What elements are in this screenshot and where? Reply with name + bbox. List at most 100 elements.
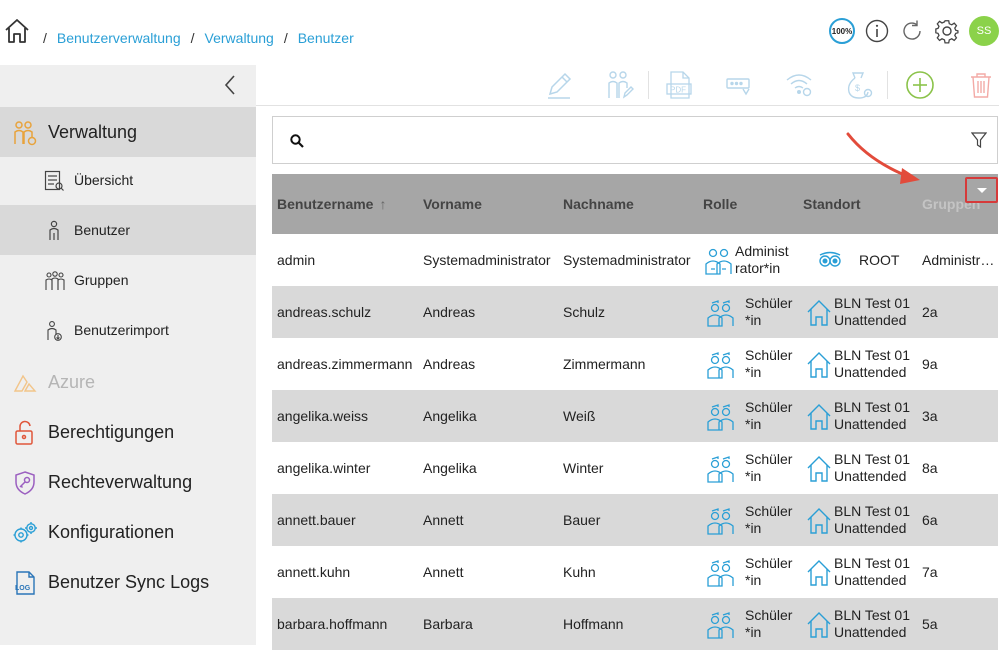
table-row[interactable]: barbara.hoffmann Barbara Hoffmann Schüler *i…	[272, 598, 998, 650]
sidebar-item-uebersicht[interactable]: Übersicht	[0, 155, 256, 205]
money-bag-icon[interactable]: $	[843, 69, 875, 101]
cell-first-name: Andreas	[423, 356, 476, 372]
sidebar-item-benutzer[interactable]: Benutzer	[0, 205, 256, 255]
sidebar-item-label: Azure	[48, 371, 96, 392]
cell-first-name: Annett	[423, 564, 464, 580]
cell-username: angelika.winter	[277, 460, 371, 476]
edit-users-icon[interactable]	[603, 69, 635, 101]
top-bar: / Benutzerverwaltung / Verwaltung / Benu…	[0, 0, 999, 65]
column-header-standort[interactable]: Standort	[803, 196, 861, 212]
table-row[interactable]: angelika.winter Angelika Winter Schüler *in B…	[272, 442, 998, 494]
cell-role: Schüler *in	[745, 607, 792, 641]
cell-role-line1: Schüler	[745, 347, 793, 363]
cell-role-line2: *in	[745, 312, 762, 328]
cell-location: BLN Test 01 Unattended	[834, 607, 910, 641]
cell-role: Schüler *in	[745, 399, 792, 433]
sidebar-item-label: Übersicht	[74, 172, 134, 188]
table-row[interactable]: andreas.schulz Andreas Schulz Schüler *in BLN…	[272, 286, 998, 338]
cell-location: ROOT	[859, 252, 900, 268]
cell-username: andreas.zimmermann	[277, 356, 413, 372]
house-location-icon	[807, 298, 831, 326]
edit-pencil-icon[interactable]	[543, 69, 575, 101]
breadcrumb-item-benutzer[interactable]: Benutzer	[298, 30, 354, 46]
zoom-level: 100%	[829, 18, 855, 44]
breadcrumb-item-benutzerverwaltung[interactable]: Benutzerverwaltung	[57, 30, 181, 46]
house-location-icon	[807, 558, 831, 586]
info-icon[interactable]	[864, 18, 890, 44]
cell-first-name: Barbara	[423, 616, 473, 632]
column-header-rolle[interactable]: Rolle	[703, 196, 737, 212]
delete-trash-icon[interactable]	[965, 69, 997, 101]
search-icon	[290, 134, 304, 148]
cell-role: Schüler *in	[745, 503, 792, 537]
sort-ascending-icon: ↑	[379, 196, 387, 212]
sidebar-item-rechteverwaltung[interactable]: Rechteverwaltung	[0, 457, 256, 507]
cell-location-line2: Unattended	[834, 416, 907, 432]
cell-role-line1: Schüler	[745, 503, 793, 519]
student-role-icon	[706, 351, 736, 379]
cell-username: andreas.schulz	[277, 304, 372, 320]
wifi-settings-icon[interactable]	[783, 69, 815, 101]
collapse-sidebar-chevron-icon[interactable]	[222, 73, 238, 97]
group-icon	[44, 270, 65, 292]
column-header-benutzername[interactable]: Benutzername ↑	[277, 196, 386, 212]
cell-group: 8a	[922, 460, 938, 476]
svg-text:LOG: LOG	[15, 585, 31, 592]
refresh-icon[interactable]	[899, 18, 925, 44]
cell-role-line1: Schüler	[745, 451, 793, 467]
table-row[interactable]: andreas.zimmermann Andreas Zimmermann Schül…	[272, 338, 998, 390]
cell-username: admin	[277, 252, 316, 268]
table-row[interactable]: admin Systemadministrator Systemadministra…	[272, 234, 998, 286]
column-options-dropdown-button[interactable]	[965, 177, 998, 203]
lock-icon	[12, 420, 38, 446]
pdf-export-icon[interactable]: PDF	[663, 69, 695, 101]
cell-role-line1: Schüler	[745, 607, 793, 623]
sidebar-item-label: Gruppen	[74, 272, 129, 288]
user-avatar[interactable]: SS	[969, 16, 999, 46]
cell-location: BLN Test 01 Unattended	[834, 451, 910, 485]
cell-location-line1: BLN Test 01	[834, 607, 911, 623]
cell-first-name: Annett	[423, 512, 464, 528]
svg-text:$: $	[855, 83, 860, 93]
cell-username: annett.kuhn	[277, 564, 351, 580]
breadcrumb-separator: /	[283, 30, 288, 46]
sidebar-item-benutzer-sync-logs[interactable]: LOG Benutzer Sync Logs	[0, 557, 256, 607]
user-icon	[44, 220, 64, 242]
table-row[interactable]: annett.bauer Annett Bauer Schüler *in BLN Tes…	[272, 494, 998, 546]
house-location-icon	[807, 350, 831, 378]
admin-users-icon	[12, 120, 38, 146]
cell-location-line2: Unattended	[834, 520, 907, 536]
sidebar-item-benutzerimport[interactable]: Benutzerimport	[0, 305, 256, 355]
add-user-plus-icon[interactable]	[904, 69, 936, 101]
cell-role-line2: *in	[745, 364, 762, 380]
cell-role-line2: *in	[745, 468, 762, 484]
table-row[interactable]: annett.kuhn Annett Kuhn Schüler *in BLN Test …	[272, 546, 998, 598]
password-key-icon[interactable]	[723, 69, 755, 101]
caret-down-icon	[976, 187, 987, 193]
cell-last-name: Winter	[563, 460, 604, 476]
sidebar-item-verwaltung[interactable]: Verwaltung	[0, 107, 256, 157]
home-icon[interactable]	[4, 18, 30, 44]
column-header-nachname[interactable]: Nachname	[563, 196, 634, 212]
sidebar-item-berechtigungen[interactable]: Berechtigungen	[0, 407, 256, 457]
table-row[interactable]: angelika.weiss Angelika Weiß Schüler *in BLN …	[272, 390, 998, 442]
filter-funnel-icon[interactable]	[970, 131, 988, 149]
cell-location: BLN Test 01 Unattended	[834, 399, 910, 433]
root-location-icon	[818, 246, 842, 274]
log-icon: LOG	[12, 570, 38, 596]
sidebar-item-konfigurationen[interactable]: Konfigurationen	[0, 507, 256, 557]
settings-gear-icon[interactable]	[934, 18, 960, 44]
cell-first-name: Angelika	[423, 408, 477, 424]
sidebar-item-label: Benutzerimport	[74, 322, 169, 338]
student-role-icon	[706, 559, 736, 587]
user-import-icon	[44, 320, 64, 342]
sidebar-item-gruppen[interactable]: Gruppen	[0, 255, 256, 305]
cell-role-line1: Schüler	[745, 295, 793, 311]
zoom-button[interactable]: 100%	[829, 18, 855, 44]
breadcrumb-item-verwaltung[interactable]: Verwaltung	[205, 30, 274, 46]
search-input[interactable]	[317, 127, 937, 155]
svg-text:PDF: PDF	[670, 86, 686, 95]
action-toolbar: PDF $	[256, 65, 999, 106]
cell-location-line2: Unattended	[834, 468, 907, 484]
column-header-vorname[interactable]: Vorname	[423, 196, 482, 212]
